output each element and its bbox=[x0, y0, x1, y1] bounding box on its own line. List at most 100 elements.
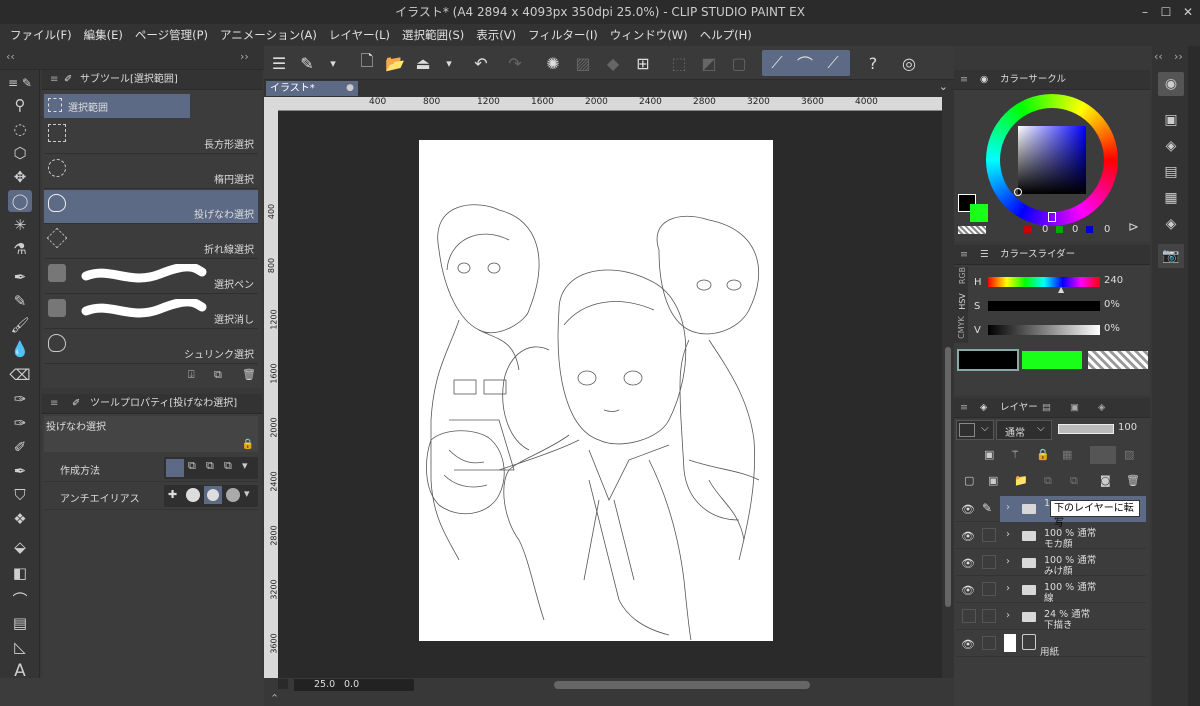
lock-icon[interactable]: 🔒 bbox=[242, 439, 254, 450]
blend-mode-dropdown[interactable]: 通常 ⌵ bbox=[996, 420, 1052, 440]
snap-ruler-icon[interactable]: ⟋ bbox=[764, 50, 790, 76]
expand-right-icon[interactable]: ›› bbox=[1174, 50, 1183, 63]
navigator-icon[interactable]: ▣ bbox=[1158, 108, 1184, 132]
canvas-paper[interactable] bbox=[419, 140, 773, 641]
vertical-scrollbar[interactable] bbox=[942, 97, 954, 678]
menu-icon[interactable]: ☰ bbox=[266, 50, 292, 76]
next-arrow-icon[interactable]: ⊳ bbox=[1128, 220, 1139, 235]
sv-cursor[interactable] bbox=[1014, 188, 1022, 196]
collapse-left-icon[interactable]: ‹‹ bbox=[6, 50, 15, 63]
frame-icon[interactable]: ▤ bbox=[8, 612, 32, 634]
menu-animation[interactable]: アニメーション(A) bbox=[214, 27, 323, 43]
eye-icon[interactable]: 👁 bbox=[961, 638, 975, 651]
grid-icon[interactable]: ▦ bbox=[1158, 186, 1184, 210]
subtool-group-tab[interactable]: 選択範囲 bbox=[44, 94, 190, 118]
curve-icon[interactable]: ⌒ bbox=[8, 588, 32, 610]
layer-row[interactable]: 👁 › 100 % 通常 線 bbox=[956, 577, 1146, 604]
lasso-tab-icon[interactable]: ✐ bbox=[72, 394, 80, 414]
delete-layer-icon[interactable]: 🗑 bbox=[1126, 474, 1140, 487]
expand-arrow-icon[interactable]: › bbox=[1006, 529, 1010, 540]
hidden-eye-cell[interactable] bbox=[962, 609, 976, 623]
saturation-slider[interactable] bbox=[988, 301, 1100, 311]
antialias-weak-icon[interactable] bbox=[186, 488, 200, 502]
layer-toggle-cell[interactable] bbox=[982, 528, 996, 542]
intersect-selection-icon[interactable]: ⧉ bbox=[224, 459, 232, 473]
transfer-down-icon[interactable]: ⧉ bbox=[1044, 474, 1052, 488]
chevron-down-icon[interactable]: ▾ bbox=[242, 459, 248, 472]
expand-arrow-icon[interactable]: › bbox=[1006, 556, 1010, 567]
move-icon[interactable]: ✥ bbox=[8, 166, 32, 188]
layer-row[interactable]: › 24 % 通常 下描き bbox=[956, 604, 1146, 631]
subtool-ellipse-select[interactable]: 楕円選択 bbox=[44, 155, 258, 189]
color-circle-tab-icon[interactable]: ◉ bbox=[980, 70, 988, 90]
help-icon[interactable]: ? bbox=[860, 50, 886, 76]
sub-color-swatch[interactable] bbox=[970, 204, 988, 222]
duplicate-subtool-icon[interactable]: ⍗ bbox=[188, 368, 195, 382]
transform-icon[interactable]: ⊞ bbox=[630, 50, 656, 76]
panel-menu-icon[interactable]: ≡ bbox=[960, 398, 968, 418]
redo-icon[interactable]: ↷ bbox=[502, 50, 528, 76]
menu-view[interactable]: 表示(V) bbox=[470, 27, 522, 43]
magic-wand-icon[interactable]: ✳ bbox=[8, 214, 32, 236]
subtract-selection-icon[interactable]: ⧉ bbox=[206, 459, 214, 473]
layer-property-tab-icon[interactable]: ◈ bbox=[1098, 398, 1105, 418]
layer-search-tab-icon[interactable]: ▣ bbox=[1070, 398, 1079, 418]
maximize-button[interactable]: ☐ bbox=[1155, 0, 1177, 24]
subtool-polyline-select[interactable]: 折れ線選択 bbox=[44, 225, 258, 259]
subtool-lasso-select[interactable]: 投げなわ選択 bbox=[44, 190, 258, 224]
hue-cursor[interactable] bbox=[1048, 212, 1056, 222]
hue-ring[interactable] bbox=[986, 94, 1118, 226]
pattern-icon[interactable]: ❖ bbox=[8, 508, 32, 530]
minimize-button[interactable]: – bbox=[1134, 0, 1156, 24]
layer-toggle-cell[interactable] bbox=[982, 582, 996, 596]
blend-icon[interactable]: ✑ bbox=[8, 412, 32, 434]
invert-selection-icon[interactable]: ◩ bbox=[696, 50, 722, 76]
layers-tab-icon[interactable]: ◈ bbox=[980, 398, 987, 418]
clip-layer-icon[interactable] bbox=[1090, 446, 1116, 464]
show-selection-icon[interactable]: ▢ bbox=[726, 50, 752, 76]
color-slider-tab-icon[interactable]: ☰ bbox=[980, 245, 989, 265]
eye-icon[interactable]: 👁 bbox=[961, 530, 975, 543]
saturation-value[interactable]: 0% bbox=[1104, 299, 1120, 310]
timeline-icon[interactable]: ▤ bbox=[1158, 160, 1184, 184]
zoom-box[interactable]: 25.0 0.0 bbox=[294, 679, 414, 691]
layer-property-icon[interactable]: ◈ bbox=[1158, 212, 1184, 236]
antialias-strong-icon[interactable] bbox=[226, 488, 240, 502]
open-folder-icon[interactable]: 📂 bbox=[382, 50, 408, 76]
hue-slider[interactable] bbox=[988, 277, 1100, 287]
transparent-chip[interactable] bbox=[1088, 351, 1148, 369]
close-button[interactable]: ✕ bbox=[1177, 0, 1199, 24]
panel-menu-icon[interactable]: ≡ bbox=[50, 70, 58, 90]
eraser-icon[interactable]: ⌫ bbox=[8, 364, 32, 386]
menu-selection[interactable]: 選択範囲(S) bbox=[396, 27, 470, 43]
delete-subtool-icon[interactable]: 🗑 bbox=[242, 368, 256, 381]
tab-list-chevron-icon[interactable]: ⌄ bbox=[939, 80, 948, 93]
layer-mask-icon[interactable]: ◙ bbox=[1100, 474, 1111, 487]
layer-color-dropdown[interactable]: ⌵ bbox=[956, 420, 994, 440]
lock-transparent-icon[interactable]: ▦ bbox=[1062, 448, 1072, 461]
snap-grid-icon[interactable]: ⟋ bbox=[820, 50, 846, 76]
stamp-icon[interactable]: ⛉ bbox=[8, 484, 32, 506]
sv-square[interactable] bbox=[1018, 126, 1086, 194]
save-chevron-icon[interactable]: ▾ bbox=[436, 50, 462, 76]
layer-toggle-cell[interactable] bbox=[982, 609, 996, 623]
eye-icon[interactable]: 👁 bbox=[961, 584, 975, 597]
main-color-chip[interactable] bbox=[957, 349, 1019, 371]
layer-toggle-cell[interactable] bbox=[982, 636, 996, 650]
new-selection-icon[interactable] bbox=[166, 459, 184, 477]
pen-icon[interactable]: ✒ bbox=[8, 266, 32, 288]
pen-edit-icon[interactable]: ✎ bbox=[982, 501, 992, 515]
pencil-icon[interactable]: ✎ bbox=[8, 290, 32, 312]
ruler-icon[interactable]: ◺ bbox=[8, 636, 32, 658]
airbrush-icon[interactable]: 💧 bbox=[8, 338, 32, 360]
mask-icon[interactable]: ▨ bbox=[1124, 448, 1134, 461]
eye-icon[interactable]: 👁 bbox=[961, 557, 975, 570]
eyedropper-icon[interactable]: ⚗ bbox=[8, 238, 32, 260]
menu-page[interactable]: ページ管理(P) bbox=[129, 27, 214, 43]
menu-help[interactable]: ヘルプ(H) bbox=[694, 27, 758, 43]
fill-bucket-icon[interactable]: ⬙ bbox=[8, 536, 32, 558]
menu-file[interactable]: ファイル(F) bbox=[4, 27, 78, 43]
reference-layer-icon[interactable]: ▣ bbox=[984, 448, 994, 461]
mode-tab-cmyk[interactable]: CMYK bbox=[957, 316, 966, 339]
horizontal-scroll-thumb[interactable] bbox=[554, 681, 810, 689]
